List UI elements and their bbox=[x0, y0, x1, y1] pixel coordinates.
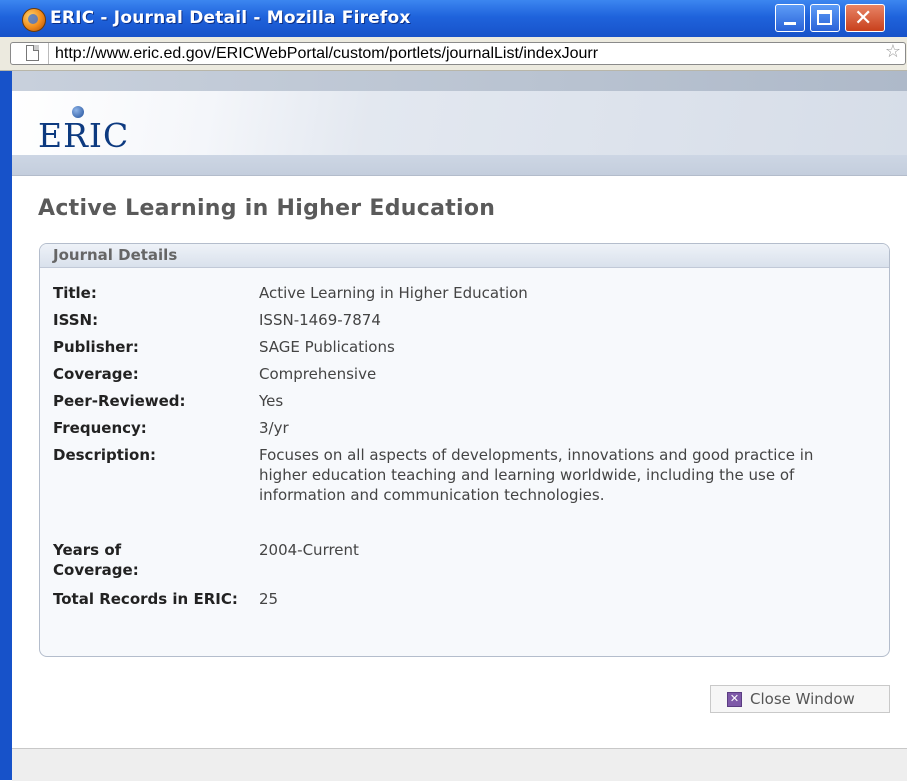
banner-base bbox=[12, 155, 907, 176]
detail-value: ISSN-1469-7874 bbox=[259, 311, 381, 329]
detail-value: Active Learning in Higher Education bbox=[259, 284, 528, 302]
minimize-button[interactable] bbox=[775, 4, 805, 32]
eric-banner: ERIC bbox=[12, 71, 907, 176]
detail-value: SAGE Publications bbox=[259, 338, 395, 356]
detail-value: 25 bbox=[259, 590, 279, 608]
detail-label: Total Records in ERIC: bbox=[53, 590, 238, 608]
detail-label: Frequency: bbox=[53, 419, 147, 437]
window-titlebar: ERIC - Journal Detail - Mozilla Firefox … bbox=[0, 0, 907, 38]
page-title: Active Learning in Higher Education bbox=[38, 196, 496, 221]
url-field[interactable]: http://www.eric.ed.gov/ERICWebPortal/cus… bbox=[10, 41, 906, 65]
detail-label: Description: bbox=[53, 446, 157, 464]
address-bar: http://www.eric.ed.gov/ERICWebPortal/cus… bbox=[0, 37, 907, 71]
window-title: ERIC - Journal Detail - Mozilla Firefox bbox=[50, 8, 411, 28]
maximize-icon bbox=[817, 10, 832, 25]
firefox-icon bbox=[22, 8, 46, 32]
close-window-icon: ✕ bbox=[727, 692, 742, 707]
page-icon bbox=[26, 45, 39, 61]
detail-value: Yes bbox=[259, 392, 284, 410]
minimize-icon bbox=[784, 22, 796, 25]
close-window-label: Close Window bbox=[750, 690, 855, 708]
page-content: ERIC Active Learning in Higher Education… bbox=[0, 71, 907, 781]
status-bar bbox=[12, 748, 907, 781]
detail-value: 2004-Current bbox=[259, 541, 359, 559]
detail-value: Comprehensive bbox=[259, 365, 377, 383]
detail-label: Coverage: bbox=[53, 365, 139, 383]
close-icon: ✕ bbox=[854, 6, 873, 31]
banner-stripe bbox=[12, 71, 907, 91]
detail-label: Years of Coverage: bbox=[53, 541, 139, 579]
detail-label: ISSN: bbox=[53, 311, 99, 329]
close-window-button[interactable]: ✕ Close Window bbox=[710, 685, 890, 713]
detail-value: 3/yr bbox=[259, 419, 289, 437]
maximize-button[interactable] bbox=[810, 4, 840, 32]
detail-value: Focuses on all aspects of developments, … bbox=[259, 446, 814, 504]
close-window-titlebar-button[interactable]: ✕ bbox=[845, 4, 885, 32]
journal-details-panel: Journal Details Title: Active Learning i… bbox=[39, 243, 890, 657]
detail-label: Peer-Reviewed: bbox=[53, 392, 186, 410]
detail-label: Title: bbox=[53, 284, 97, 302]
journal-details-heading: Journal Details bbox=[40, 244, 889, 268]
url-divider bbox=[48, 43, 49, 64]
url-text[interactable]: http://www.eric.ed.gov/ERICWebPortal/cus… bbox=[55, 45, 877, 63]
eric-logo[interactable]: ERIC bbox=[38, 116, 129, 155]
banner-swoosh bbox=[12, 91, 907, 155]
star-icon[interactable]: ☆ bbox=[885, 41, 901, 62]
detail-label: Publisher: bbox=[53, 338, 139, 356]
